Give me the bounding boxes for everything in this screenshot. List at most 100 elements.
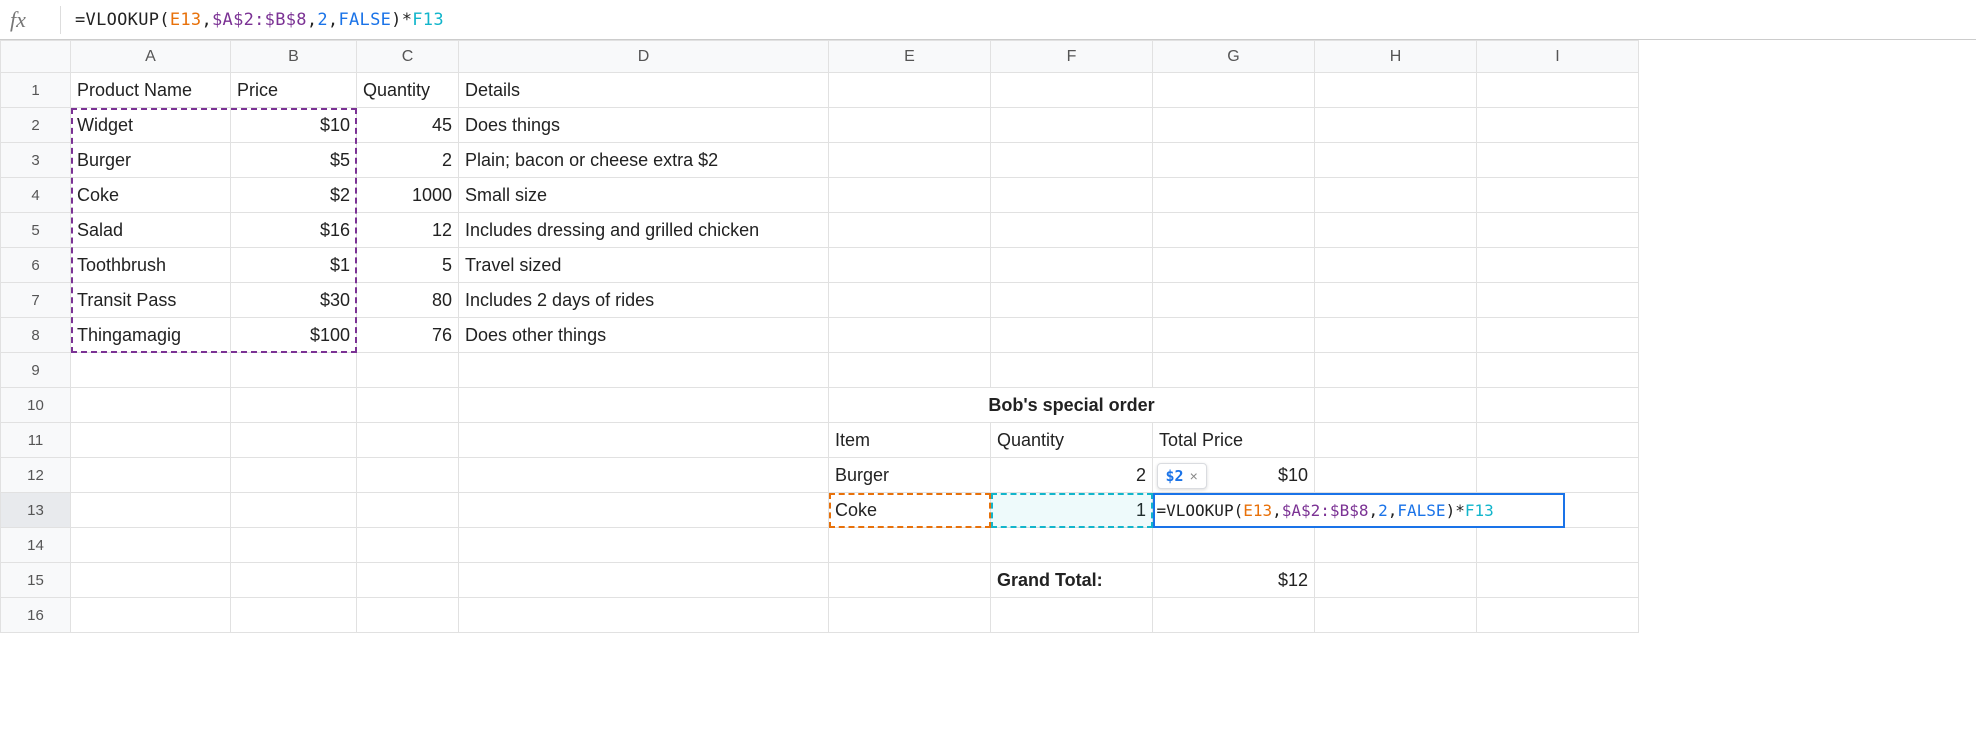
cell-f11[interactable]: Quantity	[991, 423, 1153, 458]
cell-g1[interactable]	[1153, 73, 1315, 108]
col-header-d[interactable]: D	[459, 41, 829, 73]
cell-c7[interactable]: 80	[357, 283, 459, 318]
cell-b13[interactable]	[231, 493, 357, 528]
cell-f9[interactable]	[991, 353, 1153, 388]
cell-d4[interactable]: Small size	[459, 178, 829, 213]
cell-f13[interactable]: 1	[991, 493, 1153, 528]
cell-g12[interactable]: $10	[1153, 458, 1315, 493]
cell-h16[interactable]	[1315, 598, 1477, 633]
cell-a7[interactable]: Transit Pass	[71, 283, 231, 318]
cell-e5[interactable]	[829, 213, 991, 248]
row-header-9[interactable]: 9	[1, 353, 71, 388]
cell-d5[interactable]: Includes dressing and grilled chicken	[459, 213, 829, 248]
cell-g3[interactable]	[1153, 143, 1315, 178]
cell-d7[interactable]: Includes 2 days of rides	[459, 283, 829, 318]
cell-h1[interactable]	[1315, 73, 1477, 108]
cell-f14[interactable]	[991, 528, 1153, 563]
cell-d2[interactable]: Does things	[459, 108, 829, 143]
col-header-i[interactable]: I	[1477, 41, 1639, 73]
cell-e12[interactable]: Burger	[829, 458, 991, 493]
cell-i16[interactable]	[1477, 598, 1639, 633]
cell-b2[interactable]: $10	[231, 108, 357, 143]
cell-f1[interactable]	[991, 73, 1153, 108]
row-header-8[interactable]: 8	[1, 318, 71, 353]
cell-f12[interactable]: 2	[991, 458, 1153, 493]
cell-c16[interactable]	[357, 598, 459, 633]
cell-c1[interactable]: Quantity	[357, 73, 459, 108]
cell-i8[interactable]	[1477, 318, 1639, 353]
cell-h12[interactable]	[1315, 458, 1477, 493]
col-header-h[interactable]: H	[1315, 41, 1477, 73]
cell-f7[interactable]	[991, 283, 1153, 318]
cell-g5[interactable]	[1153, 213, 1315, 248]
cell-h15[interactable]	[1315, 563, 1477, 598]
cell-c11[interactable]	[357, 423, 459, 458]
cell-i2[interactable]	[1477, 108, 1639, 143]
cell-f16[interactable]	[991, 598, 1153, 633]
row-header-6[interactable]: 6	[1, 248, 71, 283]
cell-b11[interactable]	[231, 423, 357, 458]
cell-b1[interactable]: Price	[231, 73, 357, 108]
cell-g8[interactable]	[1153, 318, 1315, 353]
cell-f6[interactable]	[991, 248, 1153, 283]
cell-b3[interactable]: $5	[231, 143, 357, 178]
cell-a15[interactable]	[71, 563, 231, 598]
cell-e16[interactable]	[829, 598, 991, 633]
cell-a6[interactable]: Toothbrush	[71, 248, 231, 283]
cell-c5[interactable]: 12	[357, 213, 459, 248]
cell-f4[interactable]	[991, 178, 1153, 213]
cell-b5[interactable]: $16	[231, 213, 357, 248]
cell-e4[interactable]	[829, 178, 991, 213]
cell-i9[interactable]	[1477, 353, 1639, 388]
cell-c9[interactable]	[357, 353, 459, 388]
cell-e7[interactable]	[829, 283, 991, 318]
cell-c6[interactable]: 5	[357, 248, 459, 283]
cell-e14[interactable]	[829, 528, 991, 563]
cell-g16[interactable]	[1153, 598, 1315, 633]
cell-h13[interactable]	[1315, 493, 1477, 528]
cell-b14[interactable]	[231, 528, 357, 563]
cell-e3[interactable]	[829, 143, 991, 178]
row-header-4[interactable]: 4	[1, 178, 71, 213]
cell-g2[interactable]	[1153, 108, 1315, 143]
cell-order-title[interactable]: Bob's special order	[829, 388, 1315, 423]
cell-d9[interactable]	[459, 353, 829, 388]
cell-i10[interactable]	[1477, 388, 1639, 423]
row-header-11[interactable]: 11	[1, 423, 71, 458]
cell-e11[interactable]: Item	[829, 423, 991, 458]
cell-a10[interactable]	[71, 388, 231, 423]
cell-g13[interactable]	[1153, 493, 1315, 528]
cell-d10[interactable]	[459, 388, 829, 423]
cell-a9[interactable]	[71, 353, 231, 388]
cell-f15[interactable]: Grand Total:	[991, 563, 1153, 598]
cell-b7[interactable]: $30	[231, 283, 357, 318]
cell-e8[interactable]	[829, 318, 991, 353]
cell-b6[interactable]: $1	[231, 248, 357, 283]
cell-a14[interactable]	[71, 528, 231, 563]
cell-b12[interactable]	[231, 458, 357, 493]
col-header-a[interactable]: A	[71, 41, 231, 73]
cell-h3[interactable]	[1315, 143, 1477, 178]
cell-d11[interactable]	[459, 423, 829, 458]
cell-g9[interactable]	[1153, 353, 1315, 388]
cell-h5[interactable]	[1315, 213, 1477, 248]
cell-b8[interactable]: $100	[231, 318, 357, 353]
col-header-b[interactable]: B	[231, 41, 357, 73]
cell-h10[interactable]	[1315, 388, 1477, 423]
col-header-g[interactable]: G	[1153, 41, 1315, 73]
cell-a5[interactable]: Salad	[71, 213, 231, 248]
cell-c15[interactable]	[357, 563, 459, 598]
cell-e13[interactable]: Coke	[829, 493, 991, 528]
cell-i15[interactable]	[1477, 563, 1639, 598]
cell-i6[interactable]	[1477, 248, 1639, 283]
cell-h7[interactable]	[1315, 283, 1477, 318]
row-header-15[interactable]: 15	[1, 563, 71, 598]
cell-f3[interactable]	[991, 143, 1153, 178]
cell-f5[interactable]	[991, 213, 1153, 248]
formula-bar-input[interactable]: =VLOOKUP(E13,$A$2:$B$8,2,FALSE)*F13	[75, 10, 444, 30]
cell-e1[interactable]	[829, 73, 991, 108]
cell-a8[interactable]: Thingamagig	[71, 318, 231, 353]
cell-c13[interactable]	[357, 493, 459, 528]
cell-i12[interactable]	[1477, 458, 1639, 493]
cell-b15[interactable]	[231, 563, 357, 598]
